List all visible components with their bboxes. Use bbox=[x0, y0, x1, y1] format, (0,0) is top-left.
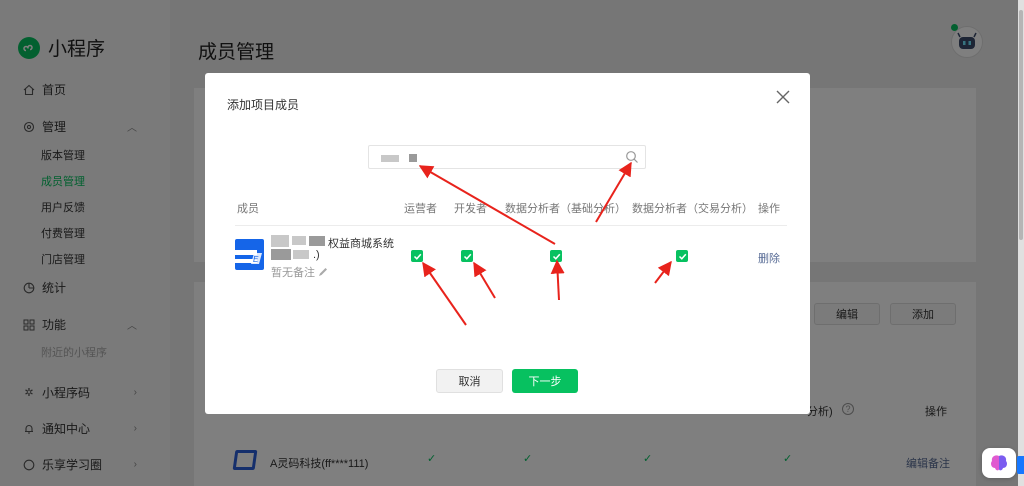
dialog-title: 添加项目成员 bbox=[227, 98, 300, 112]
checkbox-operator[interactable] bbox=[411, 250, 423, 262]
redacted-text bbox=[271, 235, 289, 247]
column-member: 成员 bbox=[237, 203, 259, 215]
search-field[interactable] bbox=[368, 145, 646, 169]
member-name-suffix: .) bbox=[313, 249, 320, 261]
member-name: 权益商城系统 bbox=[328, 238, 394, 250]
redacted-text bbox=[293, 250, 309, 259]
column-action: 操作 bbox=[758, 203, 780, 215]
check-icon bbox=[463, 253, 471, 260]
cancel-button[interactable]: 取消 bbox=[436, 369, 503, 393]
search-input[interactable] bbox=[405, 146, 615, 168]
member-app-logo-icon: E bbox=[235, 239, 264, 270]
add-member-dialog: 添加项目成员 成员 运营者 开发者 数据分析者（基础分析） 数据分析者（交易分析… bbox=[205, 73, 810, 414]
redacted-text bbox=[381, 155, 399, 162]
scrollbar[interactable] bbox=[1018, 0, 1024, 486]
checkbox-analyst-basic[interactable] bbox=[550, 250, 562, 262]
scrollbar-thumb[interactable] bbox=[1019, 10, 1023, 240]
redacted-text bbox=[309, 236, 325, 246]
member-remark[interactable]: 暂无备注 bbox=[271, 264, 328, 280]
column-operator: 运营者 bbox=[404, 203, 437, 215]
search-icon[interactable] bbox=[625, 150, 639, 164]
side-tab[interactable] bbox=[1017, 456, 1024, 474]
svg-text:E: E bbox=[253, 255, 259, 264]
column-developer: 开发者 bbox=[454, 203, 487, 215]
column-analyst-trade: 数据分析者（交易分析） bbox=[632, 203, 753, 215]
column-analyst-basic: 数据分析者（基础分析） bbox=[505, 203, 626, 215]
remark-text: 暂无备注 bbox=[271, 267, 315, 279]
brain-icon bbox=[991, 455, 1007, 471]
redacted-text bbox=[271, 249, 291, 260]
assistant-button[interactable] bbox=[982, 448, 1016, 478]
check-icon bbox=[413, 253, 421, 260]
table-divider bbox=[235, 225, 787, 226]
redacted-text bbox=[292, 236, 306, 245]
close-icon[interactable] bbox=[773, 87, 793, 107]
delete-member-link[interactable]: 删除 bbox=[758, 250, 780, 266]
edit-icon[interactable] bbox=[318, 267, 328, 277]
check-icon bbox=[678, 253, 686, 260]
checkbox-developer[interactable] bbox=[461, 250, 473, 262]
checkbox-analyst-trade[interactable] bbox=[676, 250, 688, 262]
check-icon bbox=[552, 253, 560, 260]
next-step-button[interactable]: 下一步 bbox=[512, 369, 578, 393]
